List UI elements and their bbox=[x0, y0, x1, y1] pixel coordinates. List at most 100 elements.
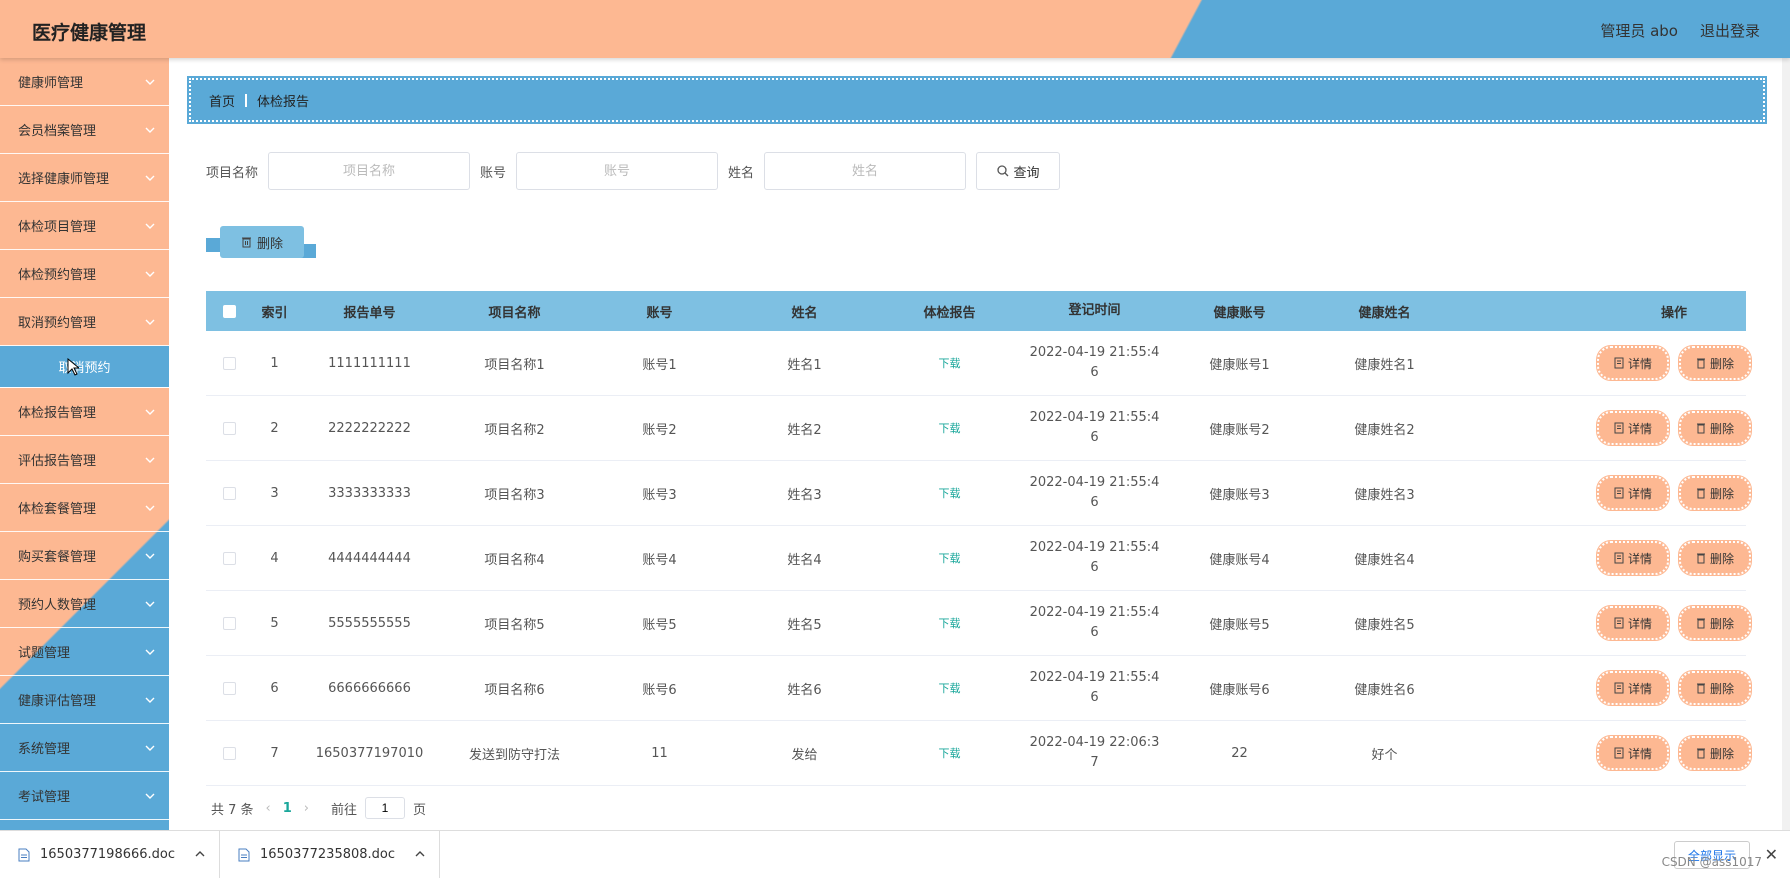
cell-time-line1: 2022-04-19 21:55:4 bbox=[1029, 410, 1160, 425]
chevron-down-icon bbox=[143, 123, 157, 137]
batch-delete-button[interactable]: 删除 bbox=[220, 226, 304, 258]
table-row: 2 2222222222 项目名称2 账号2 姓名2 下载 2022-04-19 21:55… bbox=[206, 396, 1752, 461]
download-report-link[interactable]: 下载 bbox=[939, 682, 961, 695]
row-checkbox[interactable] bbox=[222, 356, 236, 370]
admin-user-label[interactable]: 管理员 abo bbox=[1600, 20, 1678, 41]
next-page-icon[interactable]: › bbox=[304, 801, 309, 816]
sidebar-menu: 健康师管理 会员档案管理 选择健康师管理 体检项目管理 体检预约管理 取消预约管理 取消预约… bbox=[0, 58, 169, 830]
search-form: 项目名称 账号 姓名 查询 bbox=[206, 152, 1061, 190]
sidebar-item[interactable]: 体检预约管理 bbox=[0, 250, 169, 298]
delete-button[interactable]: 删除 bbox=[1678, 475, 1752, 511]
delete-button[interactable]: 删除 bbox=[1678, 540, 1752, 576]
row-checkbox[interactable] bbox=[222, 746, 236, 760]
detail-button[interactable]: 详情 bbox=[1596, 605, 1670, 641]
row-checkbox[interactable] bbox=[222, 616, 236, 630]
delete-button[interactable]: 删除 bbox=[1678, 605, 1752, 641]
sidebar-item[interactable]: 评估报告管理 bbox=[0, 436, 169, 484]
cell-time-line1: 2022-04-19 22:06:3 bbox=[1029, 735, 1160, 750]
doc-file-icon bbox=[238, 848, 250, 861]
sidebar-item[interactable]: 购买套餐管理 bbox=[0, 532, 169, 580]
sidebar-item[interactable]: 健康师管理 bbox=[0, 58, 169, 106]
sidebar-item-label: 评估报告管理 bbox=[18, 454, 97, 469]
row-checkbox[interactable] bbox=[222, 421, 236, 435]
prev-page-icon[interactable]: ‹ bbox=[266, 801, 271, 816]
detail-button[interactable]: 详情 bbox=[1596, 670, 1670, 706]
cell-time-line2: 6 bbox=[1090, 625, 1099, 640]
delete-button-label: 删除 bbox=[1709, 486, 1734, 501]
document-icon bbox=[1614, 487, 1624, 499]
sidebar-item[interactable]: 考试管理 bbox=[0, 772, 169, 820]
delete-button-label: 删除 bbox=[1709, 616, 1734, 631]
sidebar-item-label: 体检套餐管理 bbox=[18, 502, 97, 517]
sidebar-item[interactable]: 体检报告管理 bbox=[0, 388, 169, 436]
sidebar-item[interactable]: 体检套餐管理 bbox=[0, 484, 169, 532]
search-icon bbox=[996, 165, 1008, 177]
sidebar-item[interactable]: 取消预约管理 bbox=[0, 298, 169, 346]
cell-time-line2: 6 bbox=[1090, 690, 1099, 705]
delete-button[interactable]: 删除 bbox=[1678, 670, 1752, 706]
cell-time: 2022-04-19 21:55:4 6 bbox=[1022, 668, 1167, 708]
project-name-input[interactable] bbox=[268, 152, 471, 190]
goto-page-input[interactable] bbox=[365, 797, 406, 819]
select-all-checkbox[interactable] bbox=[222, 304, 236, 318]
batch-delete: 删除 bbox=[206, 226, 316, 258]
download-report-link[interactable]: 下载 bbox=[939, 422, 961, 435]
download-report-link[interactable]: 下载 bbox=[939, 617, 961, 630]
detail-button[interactable]: 详情 bbox=[1596, 345, 1670, 381]
table-header: 索引 报告单号 项目名称 账号 姓名 体检报告 登记时间 健康账号 健康姓名 操… bbox=[206, 291, 1746, 331]
cell-health-name: 健康姓名4 bbox=[1354, 552, 1415, 568]
breadcrumb-home[interactable]: 首页 bbox=[209, 91, 235, 110]
cell-health-account: 健康账号4 bbox=[1209, 552, 1270, 568]
detail-button[interactable]: 详情 bbox=[1596, 410, 1670, 446]
account-input[interactable] bbox=[516, 152, 719, 190]
col-header-actions: 操作 bbox=[1660, 305, 1687, 321]
detail-button[interactable]: 详情 bbox=[1596, 475, 1670, 511]
sidebar-item[interactable]: 会员档案管理 bbox=[0, 106, 169, 154]
delete-button-label: 删除 bbox=[1709, 356, 1734, 371]
chevron-down-icon bbox=[143, 789, 157, 803]
query-button[interactable]: 查询 bbox=[976, 152, 1061, 190]
detail-button[interactable]: 详情 bbox=[1596, 540, 1670, 576]
cell-index: 5 bbox=[270, 615, 279, 631]
cell-index: 2 bbox=[270, 420, 279, 436]
col-header-time: 登记时间 bbox=[1068, 303, 1121, 318]
download-report-link[interactable]: 下载 bbox=[939, 357, 961, 370]
table-row: 4 4444444444 项目名称4 账号4 姓名4 下载 2022-04-19 21:55… bbox=[206, 526, 1752, 591]
cell-name: 姓名1 bbox=[787, 357, 822, 373]
page-scrollbar[interactable] bbox=[1782, 58, 1790, 830]
download-item[interactable]: 1650377198666.doc bbox=[0, 830, 220, 878]
close-icon[interactable]: ✕ bbox=[1765, 845, 1778, 864]
table-body: 1 1111111111 项目名称1 账号1 姓名1 下载 2022-04-19 21:55… bbox=[206, 331, 1752, 786]
download-item[interactable]: 1650377235808.doc bbox=[220, 830, 440, 878]
sidebar-item[interactable]: 选择健康师管理 bbox=[0, 154, 169, 202]
cell-health-account: 健康账号5 bbox=[1209, 617, 1270, 633]
page-number[interactable]: 1 bbox=[283, 801, 292, 816]
cell-time-line2: 7 bbox=[1090, 755, 1099, 770]
download-report-link[interactable]: 下载 bbox=[939, 552, 961, 565]
delete-button[interactable]: 删除 bbox=[1678, 735, 1752, 771]
download-report-link[interactable]: 下载 bbox=[939, 487, 961, 500]
logout-link[interactable]: 退出登录 bbox=[1700, 20, 1760, 41]
cell-time-line1: 2022-04-19 21:55:4 bbox=[1029, 670, 1160, 685]
detail-button[interactable]: 详情 bbox=[1596, 735, 1670, 771]
name-input[interactable] bbox=[764, 152, 967, 190]
name-label: 姓名 bbox=[728, 165, 755, 181]
delete-button[interactable]: 删除 bbox=[1678, 410, 1752, 446]
sidebar-item[interactable]: 预约人数管理 bbox=[0, 580, 169, 628]
row-checkbox[interactable] bbox=[222, 486, 236, 500]
sidebar-item[interactable]: 体检项目管理 bbox=[0, 202, 169, 250]
row-checkbox[interactable] bbox=[222, 681, 236, 695]
chevron-up-icon[interactable] bbox=[415, 847, 425, 862]
download-report-link[interactable]: 下载 bbox=[939, 747, 961, 760]
sidebar-subitem-cancel-booking[interactable]: 取消预约 bbox=[0, 346, 169, 388]
sidebar-item-label: 购买套餐管理 bbox=[18, 550, 97, 565]
cell-project: 项目名称3 bbox=[484, 487, 545, 503]
sidebar-item[interactable]: 系统管理 bbox=[0, 724, 169, 772]
delete-button[interactable]: 删除 bbox=[1678, 345, 1752, 381]
sidebar-item[interactable]: 试题管理 bbox=[0, 628, 169, 676]
sidebar-item[interactable]: 健康评估管理 bbox=[0, 676, 169, 724]
cell-time-line1: 2022-04-19 21:55:4 bbox=[1029, 605, 1160, 620]
cell-report-no: 2222222222 bbox=[328, 420, 411, 436]
chevron-up-icon[interactable] bbox=[195, 847, 205, 862]
row-checkbox[interactable] bbox=[222, 551, 236, 565]
